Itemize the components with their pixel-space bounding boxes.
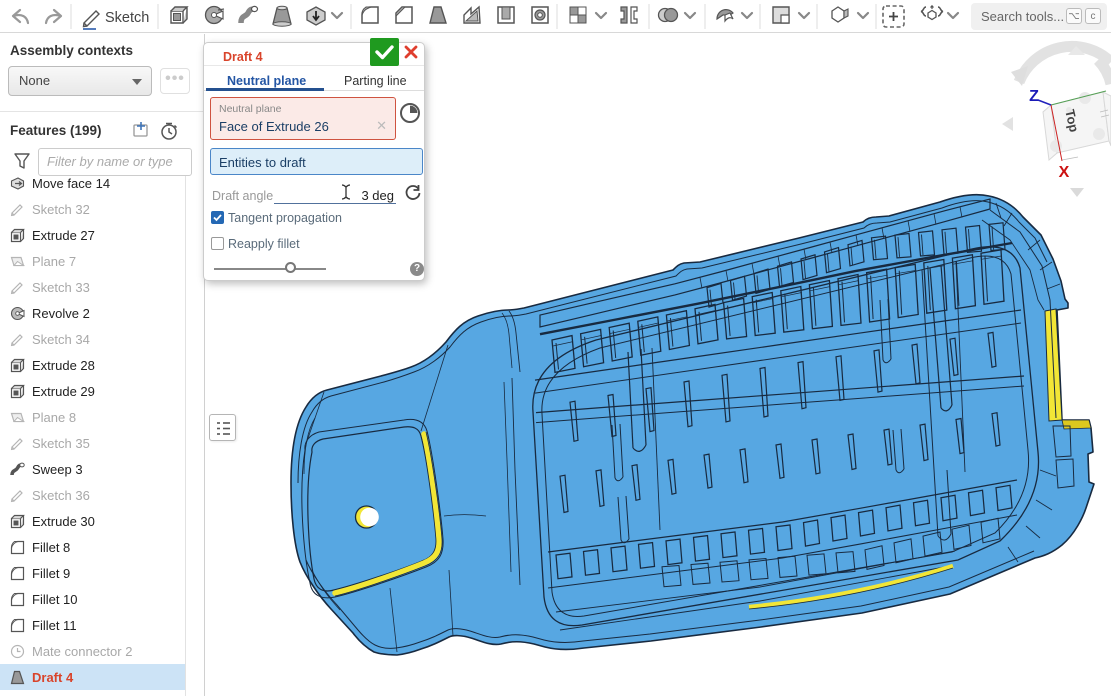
svg-text:X: X [1059,164,1070,181]
svg-text:Z: Z [1029,88,1039,105]
svg-text:Sketch: Sketch [105,10,149,26]
